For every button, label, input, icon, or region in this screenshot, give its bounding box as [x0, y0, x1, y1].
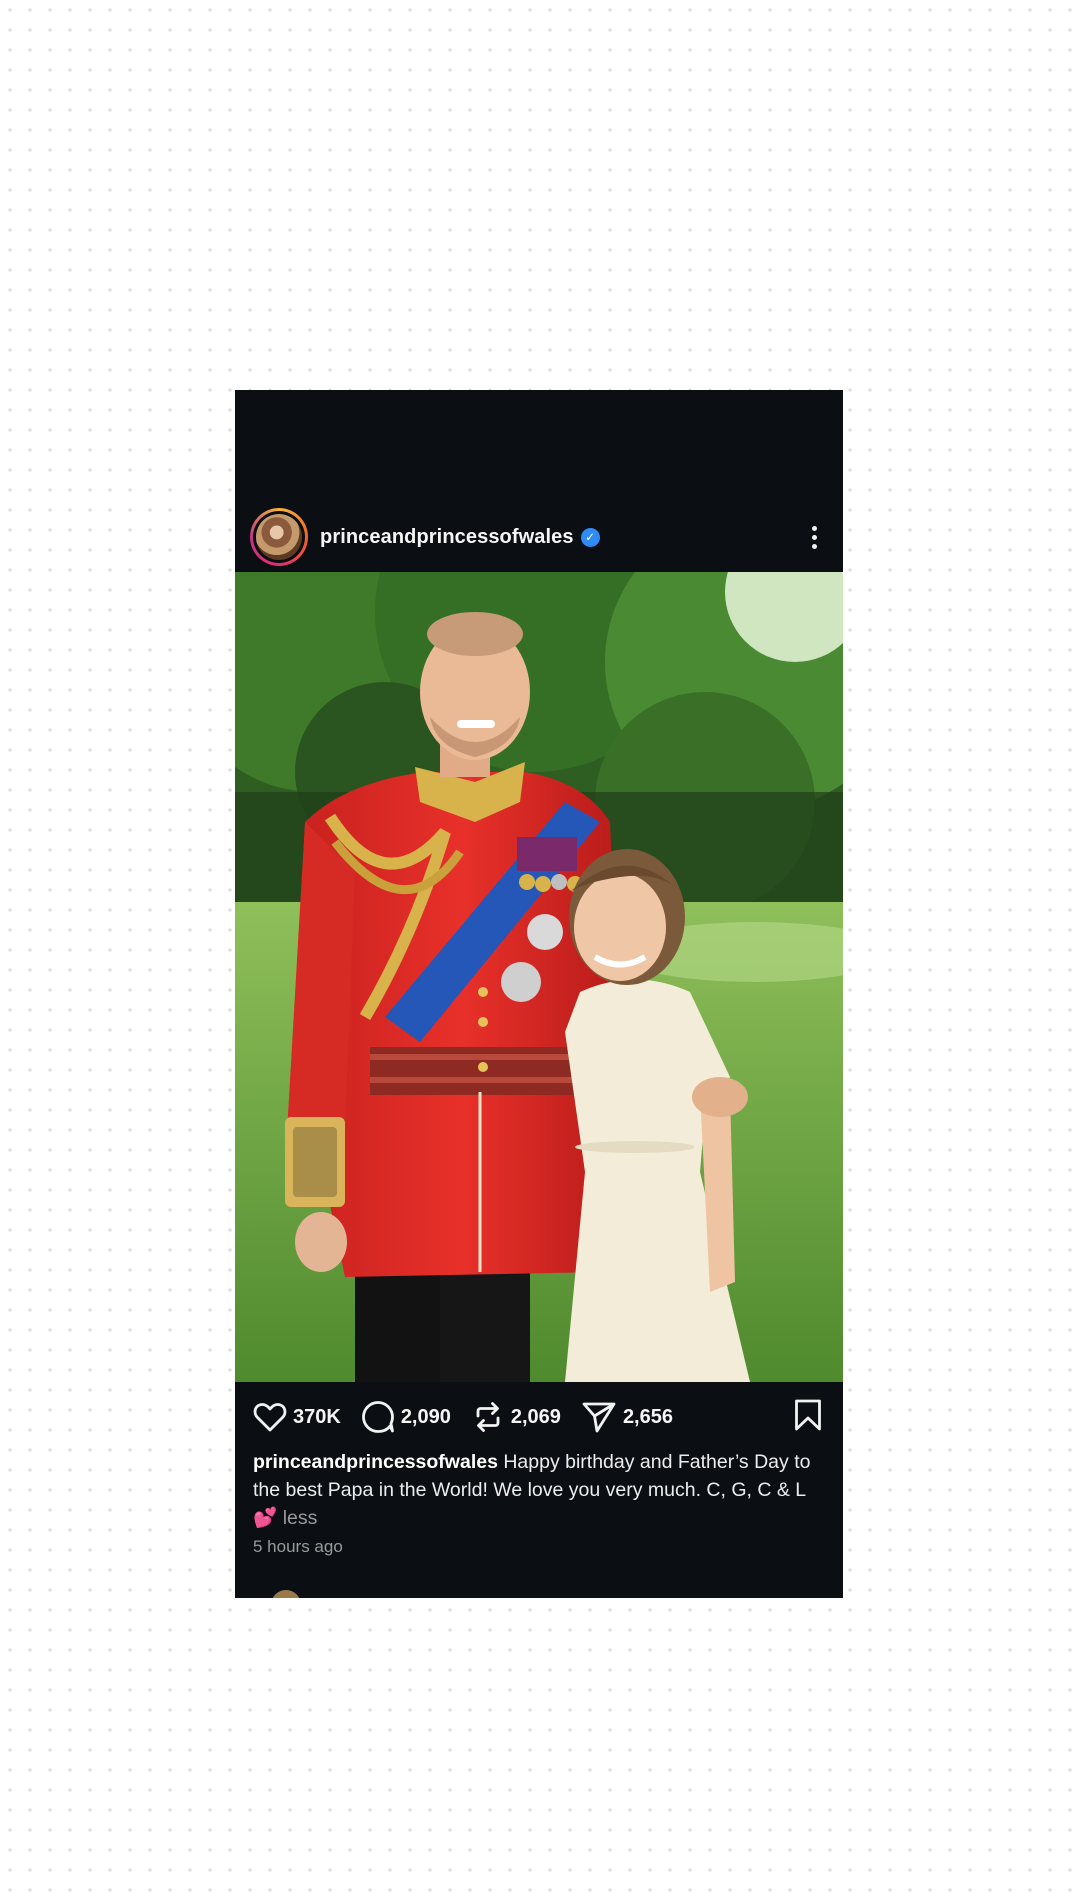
post-actions-bar: 370K 2,090 2,069 2,656 — [235, 1382, 843, 1452]
post-header: princeandprincessofwales ✓ — [235, 502, 843, 572]
post-caption: princeandprincessofwales Happy birthday … — [253, 1448, 833, 1532]
comments-count: 2,090 — [400, 1405, 451, 1428]
next-post-avatar[interactable] — [271, 1590, 301, 1598]
repost-button[interactable]: 2,069 — [471, 1400, 561, 1434]
username-link[interactable]: princeandprincessofwales — [320, 526, 574, 549]
save-button[interactable] — [793, 1398, 823, 1437]
post-card: princeandprincessofwales ✓ 370K 2,090 2,… — [235, 390, 843, 1598]
post-timestamp: 5 hours ago — [253, 1537, 343, 1556]
bookmark-icon — [795, 1399, 821, 1430]
reposts-count: 2,069 — [510, 1405, 561, 1428]
more-options-button[interactable] — [799, 517, 829, 557]
caption-username-link[interactable]: princeandprincessofwales — [253, 1451, 498, 1473]
like-button[interactable]: 370K — [253, 1401, 341, 1433]
comment-icon — [361, 1401, 394, 1433]
caption-emoji: 💕 — [253, 1507, 278, 1529]
post-image[interactable] — [235, 572, 843, 1382]
verified-badge-icon: ✓ — [580, 527, 600, 547]
send-icon — [582, 1402, 616, 1433]
likes-count: 370K — [293, 1405, 341, 1428]
avatar-image — [256, 514, 302, 560]
share-button[interactable]: 2,656 — [581, 1400, 673, 1434]
avatar[interactable] — [250, 508, 308, 566]
caption-less-toggle[interactable]: less — [283, 1507, 318, 1529]
comment-button[interactable]: 2,090 — [361, 1400, 451, 1434]
shares-count: 2,656 — [622, 1405, 673, 1428]
repost-icon — [476, 1402, 500, 1432]
heart-icon — [253, 1403, 287, 1432]
more-vertical-icon — [811, 525, 817, 531]
